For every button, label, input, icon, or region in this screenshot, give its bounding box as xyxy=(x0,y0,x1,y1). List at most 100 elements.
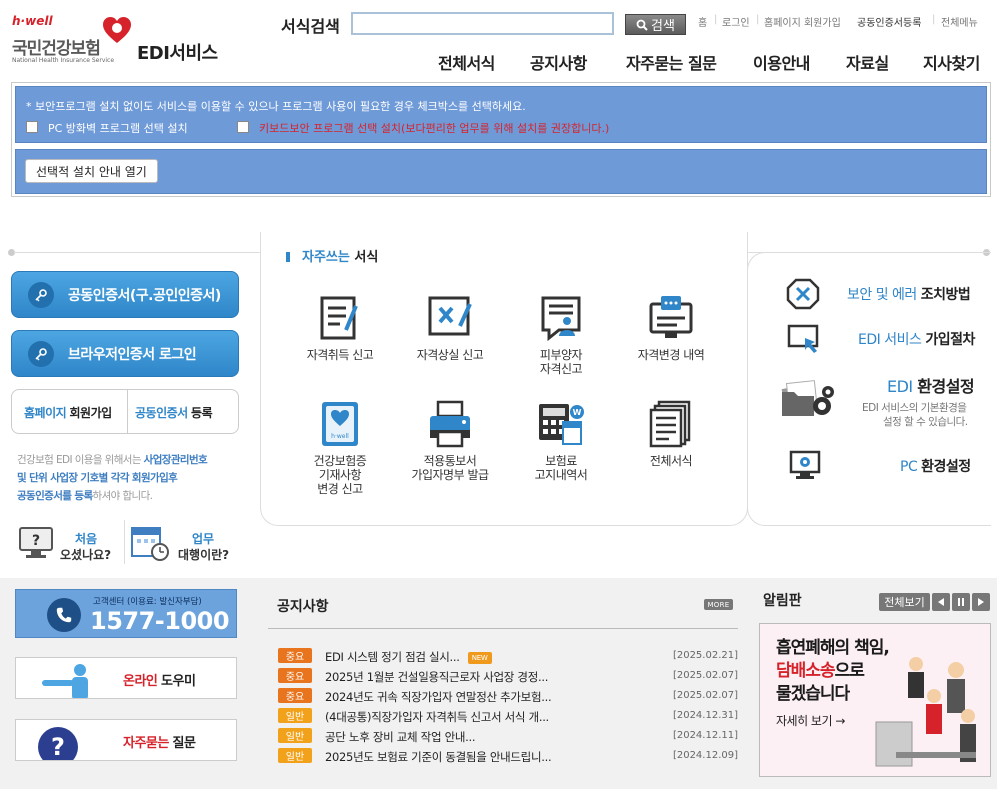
favorite-title-blue: 자주쓰는 xyxy=(302,250,350,265)
change-history-icon xyxy=(649,296,693,338)
keyboard-security-checkbox-label[interactable]: 키보드보안 프로그램 선택 설치(보다편리한 업무를 위해 설치를 권장합니다.… xyxy=(259,120,609,136)
fav-label: 자격상실 신고 xyxy=(416,348,484,362)
news-text: 2025년 1월분 건설일용직근로자 사업장 경정... xyxy=(325,670,549,684)
anti-smoking-banner[interactable]: 흡연폐해의 책임, 담배소송으로 물겠습니다 자세히 보기 → xyxy=(759,623,991,777)
general-badge: 일반 xyxy=(278,708,312,723)
board-view-all-button[interactable]: 전체보기 xyxy=(879,593,930,611)
fav-loss-report[interactable]: 자격상실 신고 xyxy=(390,294,510,362)
calculator-icon: W xyxy=(539,404,584,445)
board-prev-button[interactable] xyxy=(932,593,950,611)
news-text: EDI 시스템 정기 점검 실시... NEW xyxy=(325,649,492,665)
util-signup[interactable]: 홈페이지 회원가입 xyxy=(764,14,841,29)
agency-work-text-2: 대행이란? xyxy=(178,548,230,562)
news-row[interactable]: 일반 (4대공통)직장가입자 자격취득 신고서 서식 개... [2024.12… xyxy=(278,708,738,724)
online-helper-link[interactable]: 온라인 도우미 xyxy=(15,657,237,699)
form-loss-icon xyxy=(428,296,472,336)
security-error-link[interactable]: 보안 및 에러 조치방법 xyxy=(847,284,971,304)
search-input[interactable] xyxy=(351,12,614,35)
util-login[interactable]: 로그인 xyxy=(722,14,750,29)
firewall-checkbox[interactable] xyxy=(26,121,38,133)
news-row[interactable]: 중요 2024년도 귀속 직장가입자 연말정산 추가보험... [2025.02… xyxy=(278,688,738,704)
fav-label: 전체서식 xyxy=(649,454,693,468)
gnb-branch-finder[interactable]: 지사찾기 xyxy=(923,50,980,74)
first-visit-text-1: 처음 xyxy=(75,532,98,546)
edi-join-blue: EDI 서비스 xyxy=(858,332,922,348)
browser-cert-login-button[interactable]: 브라우저인증서 로그인 xyxy=(11,330,239,377)
gnb-faq[interactable]: 자주묻는 질문 xyxy=(626,50,717,74)
banner-line-3: 물겠습니다 xyxy=(776,684,850,704)
edi-env-desc-2: 설정 할 수 있습니다. xyxy=(883,416,968,428)
printer-icon xyxy=(430,400,470,448)
search-button[interactable]: 검색 xyxy=(625,14,686,35)
pc-env-blue: PC xyxy=(900,459,918,475)
fav-label-text: 보험료 고지내역서 xyxy=(534,454,588,482)
faq-link[interactable]: ? 자주묻는 질문 xyxy=(15,719,237,761)
news-row[interactable]: 중요 EDI 시스템 정기 점검 실시... NEW [2025.02.21] xyxy=(278,648,738,664)
all-forms-icon xyxy=(649,400,691,448)
prev-arrow-icon xyxy=(938,598,944,606)
news-date: [2024.12.09] xyxy=(672,750,738,761)
fav-dependent-report[interactable]: 피부양자 자격신고 xyxy=(501,294,621,376)
monitor-question-icon: ? xyxy=(19,527,53,558)
note-bold-1: 사업장관리번호 xyxy=(143,454,208,466)
edi-env-link[interactable]: EDI 환경설정 xyxy=(887,373,975,397)
edi-join-link[interactable]: EDI 서비스 가입절차 xyxy=(858,329,975,349)
phone-icon xyxy=(47,598,81,632)
fav-change-history[interactable]: 자격변경 내역 xyxy=(611,294,731,362)
fav-label: 건강보험증 기재사항 변경 신고 xyxy=(280,454,400,496)
homepage-signup-link[interactable]: 홈페이지 회원가입 xyxy=(24,404,112,421)
cert-login-button[interactable]: 공동인증서(구.공인인증서) xyxy=(11,271,239,318)
gnb-all-forms[interactable]: 전체서식 xyxy=(438,50,495,74)
homepage-signup-black: 회원가입 xyxy=(69,406,113,420)
news-date: [2025.02.21] xyxy=(672,650,738,661)
fav-insurance-card-change[interactable]: h·well 건강보험증 기재사항 변경 신고 xyxy=(280,400,400,496)
keyboard-security-checkbox[interactable] xyxy=(237,121,249,133)
fav-notice-issue[interactable]: 적용통보서 가입자명부 발급 xyxy=(390,400,510,482)
news-row[interactable]: 일반 2025년도 보험료 기준이 동결됨을 안내드립니... [2024.12… xyxy=(278,748,738,764)
install-guide-button[interactable]: 선택적 설치 안내 열기 xyxy=(25,159,158,183)
first-visit-link[interactable]: ? 처음 오셨나요? xyxy=(18,520,118,566)
news-row[interactable]: 중요 2025년 1월분 건설일용직근로자 사업장 경정... [2025.02… xyxy=(278,668,738,684)
agency-work-link[interactable]: 업무 대행이란? xyxy=(130,520,240,566)
security-program-options: * 보안프로그램 설치 없이도 서비스를 이용할 수 있으나 프로그램 사용이 … xyxy=(15,86,987,143)
board-pause-button[interactable] xyxy=(952,593,970,611)
pc-env-link[interactable]: PC 환경설정 xyxy=(900,456,971,476)
folder-gear-icon xyxy=(781,380,834,416)
util-home[interactable]: 홈 xyxy=(698,14,707,29)
util-all-menu[interactable]: 전체메뉴 xyxy=(941,14,978,29)
fav-label: 자격변경 내역 xyxy=(637,348,705,362)
fav-label: 보험료 고지내역서 xyxy=(501,454,621,482)
banner-illustration xyxy=(875,657,976,767)
nhis-logo[interactable]: h·well 국민건강보험 National Health Insurance … xyxy=(12,14,232,70)
title-mark-icon xyxy=(286,252,296,262)
new-badge: NEW xyxy=(467,652,492,664)
firewall-checkbox-label[interactable]: PC 방화벽 프로그램 선택 설치 xyxy=(48,120,188,136)
important-badge: 중요 xyxy=(278,688,312,703)
next-arrow-icon xyxy=(978,598,984,606)
util-cert-register[interactable]: 공동인증서등록 xyxy=(857,14,921,29)
util-separator: | xyxy=(714,14,718,25)
fav-acquire-report[interactable]: 자격취득 신고 xyxy=(280,294,400,362)
fav-premium-notice[interactable]: W 보험료 고지내역서 xyxy=(501,400,621,482)
gnb-notice[interactable]: 공지사항 xyxy=(530,50,587,74)
cert-register-blue: 공동인증서 xyxy=(135,406,188,420)
board-title: 알림판 xyxy=(763,593,802,609)
banner-more-link[interactable]: 자세히 보기 → xyxy=(776,712,845,729)
gnb-archive[interactable]: 자료실 xyxy=(846,50,889,74)
search-button-label: 검색 xyxy=(651,19,675,34)
gnb-guide[interactable]: 이용안내 xyxy=(753,50,810,74)
helper-person-icon xyxy=(42,664,88,698)
news-date: [2025.02.07] xyxy=(672,670,738,681)
edi-service-title: EDI서비스 xyxy=(137,43,218,64)
board-next-button[interactable] xyxy=(972,593,990,611)
faq-black: 질문 xyxy=(172,736,196,751)
pause-icon xyxy=(958,598,964,606)
news-row[interactable]: 일반 공단 노후 장비 교체 작업 안내... [2024.12.11] xyxy=(278,728,738,744)
cert-register-black: 등록 xyxy=(191,406,213,420)
fav-all-forms[interactable]: 전체서식 xyxy=(611,400,731,468)
fav-label-text: 적용통보서 가입자명부 발급 xyxy=(411,454,489,482)
security-error-black: 조치방법 xyxy=(920,287,971,303)
news-text: (4대공통)직장가입자 자격취득 신고서 서식 개... xyxy=(325,710,549,724)
cert-register-link[interactable]: 공동인증서 등록 xyxy=(135,404,213,421)
news-more-button[interactable]: MORE xyxy=(704,599,733,610)
